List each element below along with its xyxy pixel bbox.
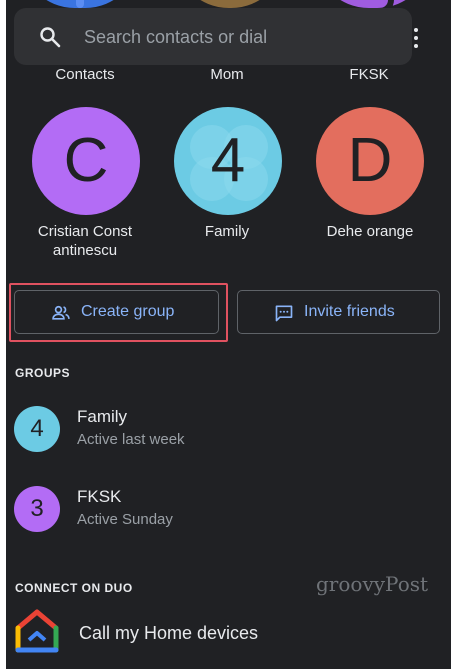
duo-home-screen: Search contacts or dial Contacts Mom FKS…	[6, 0, 451, 669]
contacts-avatar-peek[interactable]	[20, 0, 140, 8]
group-status: Active last week	[77, 431, 185, 448]
favorite-avatar-family[interactable]: 4	[174, 107, 282, 215]
group-name: Family	[77, 407, 128, 426]
favorite-name-line-1: Cristian Const	[37, 223, 133, 240]
search-bar[interactable]: Search contacts or dial	[14, 8, 418, 65]
mom-avatar-peek[interactable]	[174, 0, 286, 8]
call-home-devices-row[interactable]: Call my Home devices	[14, 608, 434, 658]
invite-friends-button[interactable]: Invite friends	[237, 290, 440, 334]
invite-friends-label: Invite friends	[304, 303, 395, 320]
group-status: Active Sunday	[77, 511, 173, 528]
group-add-icon	[52, 305, 70, 320]
watermark: groovyPost	[316, 572, 429, 596]
top-contact-label-fksk: FKSK	[349, 66, 389, 83]
avatar-initial: 4	[210, 126, 246, 195]
create-group-button[interactable]: Create group	[14, 290, 219, 334]
connect-on-duo-heading: CONNECT ON DUO	[15, 581, 133, 595]
top-contact-label-mom: Mom	[210, 66, 244, 83]
favorite-name-line-2: antinescu	[52, 242, 118, 259]
favorite-name-family: Family	[204, 223, 250, 240]
more-vert-icon[interactable]	[408, 26, 424, 50]
favorite-name-dehe: Dehe orange	[326, 223, 414, 240]
groups-heading: GROUPS	[15, 366, 71, 380]
avatar-initial: D	[347, 126, 393, 195]
favorite-avatar-cristian[interactable]: C	[32, 107, 140, 215]
search-icon	[40, 27, 61, 48]
avatar-initial: C	[63, 126, 109, 195]
call-home-devices-label: Call my Home devices	[79, 623, 259, 643]
favorite-avatar-dehe[interactable]: D	[316, 107, 424, 215]
search-input[interactable]: Search contacts or dial	[84, 27, 267, 48]
create-group-label: Create group	[81, 303, 175, 320]
fksk-avatar-peek[interactable]	[314, 0, 432, 14]
google-home-icon	[15, 609, 59, 653]
group-avatar: 4	[14, 406, 60, 452]
favorite-name-cristian: Cristian Const antinescu	[15, 222, 155, 260]
group-name: FKSK	[77, 487, 122, 506]
group-avatar: 3	[14, 486, 60, 532]
top-contact-label-contacts: Contacts	[55, 66, 115, 83]
message-icon	[275, 305, 293, 322]
group-row-family[interactable]: 4 Family Active last week	[14, 398, 434, 458]
group-row-fksk[interactable]: 3 FKSK Active Sunday	[14, 478, 434, 538]
